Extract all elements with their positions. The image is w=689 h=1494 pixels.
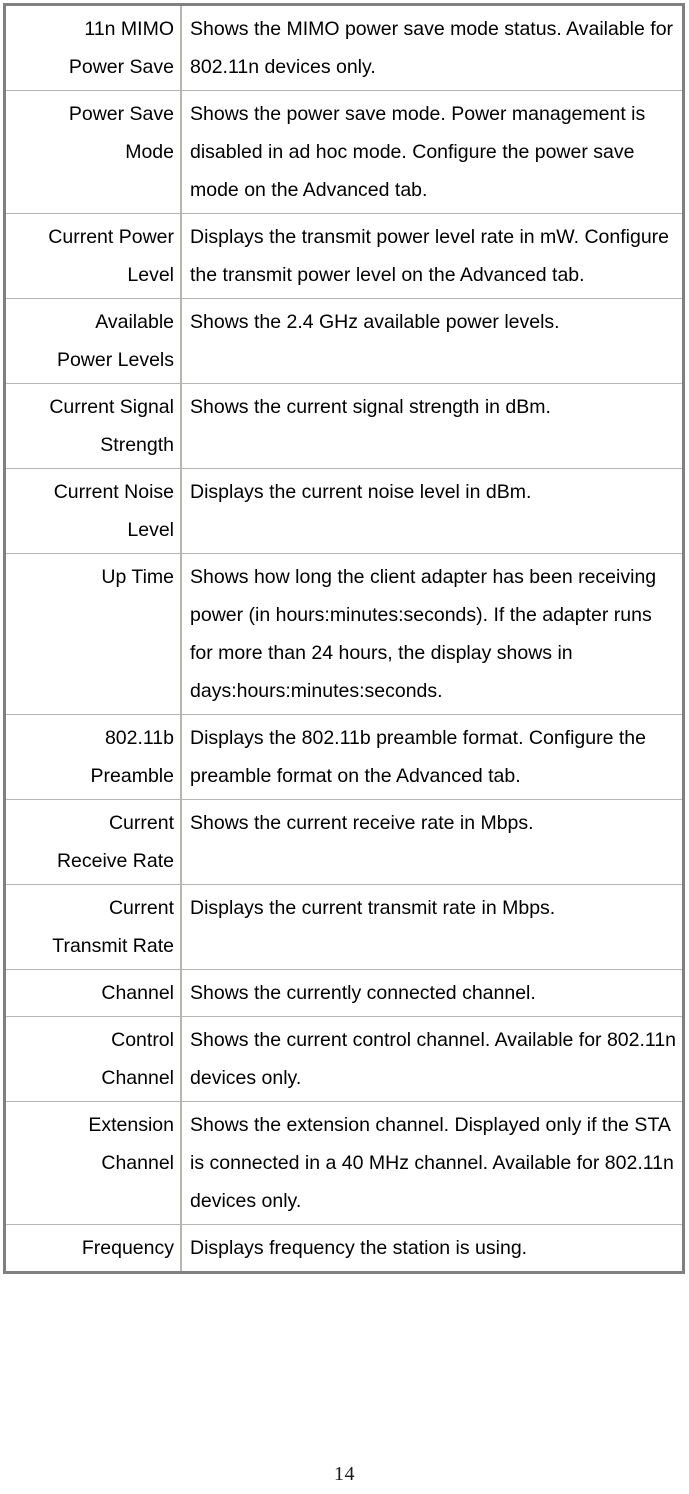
table-row: Control Channel Shows the current contro… xyxy=(6,1017,682,1102)
table-row: Current Transmit Rate Displays the curre… xyxy=(6,885,682,970)
table-row: 11n MIMO Power Save Shows the MIMO power… xyxy=(6,6,682,91)
table-cell-description: Displays frequency the station is using. xyxy=(181,1225,682,1271)
table-cell-description: Shows the extension channel. Displayed o… xyxy=(181,1102,682,1225)
description-text: Displays the current noise level in dBm. xyxy=(190,481,532,503)
table-cell-description: Displays the 802.11b preamble format. Co… xyxy=(181,715,682,800)
table-cell-term: Current Transmit Rate xyxy=(6,885,181,970)
term-line: Current xyxy=(108,897,174,919)
table-cell-term: Control Channel xyxy=(6,1017,181,1102)
term-line: Current Signal xyxy=(49,396,174,418)
table-cell-description: Shows how long the client adapter has be… xyxy=(181,554,682,715)
table-cell-description: Shows the 2.4 GHz available power levels… xyxy=(181,299,682,384)
term-line: Channel xyxy=(101,1152,174,1174)
table-row: 802.11b Preamble Displays the 802.11b pr… xyxy=(6,715,682,800)
term-line: Transmit Rate xyxy=(52,935,174,957)
term-line: 802.11b xyxy=(104,727,174,749)
table-row: Current Noise Level Displays the current… xyxy=(6,469,682,554)
description-text: Shows the extension channel. Displayed o… xyxy=(190,1114,674,1212)
term-line: Power Save xyxy=(68,56,174,78)
table-cell-term: Extension Channel xyxy=(6,1102,181,1225)
table-cell-description: Displays the transmit power level rate i… xyxy=(181,214,682,299)
description-text: Displays the 802.11b preamble format. Co… xyxy=(190,727,646,787)
table-cell-description: Shows the current receive rate in Mbps. xyxy=(181,800,682,885)
table-row: Current Power Level Displays the transmi… xyxy=(6,214,682,299)
description-text: Shows the currently connected channel. xyxy=(190,982,536,1004)
table-cell-term: Frequency xyxy=(6,1225,181,1271)
term-line: Available xyxy=(95,311,174,333)
term-line: Frequency xyxy=(81,1237,174,1259)
term-line: Extension xyxy=(88,1114,174,1136)
term-line: Level xyxy=(127,264,174,286)
table-row: Extension Channel Shows the extension ch… xyxy=(6,1102,682,1225)
term-line: Channel xyxy=(101,982,174,1004)
table-cell-description: Shows the current control channel. Avail… xyxy=(181,1017,682,1102)
table-cell-description: Shows the MIMO power save mode status. A… xyxy=(181,6,682,91)
term-line: Preamble xyxy=(90,765,174,787)
term-line: Power Levels xyxy=(56,349,174,371)
description-text: Shows how long the client adapter has be… xyxy=(190,566,657,702)
table-cell-term: Up Time xyxy=(6,554,181,715)
table-cell-description: Displays the current transmit rate in Mb… xyxy=(181,885,682,970)
table-row: Available Power Levels Shows the 2.4 GHz… xyxy=(6,299,682,384)
term-line: 11n MIMO xyxy=(84,18,174,40)
table-cell-term: Current Noise Level xyxy=(6,469,181,554)
table-row: Power Save Mode Shows the power save mod… xyxy=(6,91,682,214)
page-number: 14 xyxy=(334,1463,355,1485)
table-cell-term: Current Receive Rate xyxy=(6,800,181,885)
description-text: Shows the power save mode. Power managem… xyxy=(190,103,646,201)
table-cell-description: Shows the current signal strength in dBm… xyxy=(181,384,682,469)
status-field-description-table: 11n MIMO Power Save Shows the MIMO power… xyxy=(3,3,685,1274)
description-text: Shows the 2.4 GHz available power levels… xyxy=(190,311,560,333)
document-page: 11n MIMO Power Save Shows the MIMO power… xyxy=(0,0,689,1494)
table-cell-term: 802.11b Preamble xyxy=(6,715,181,800)
table-row: Channel Shows the currently connected ch… xyxy=(6,970,682,1017)
table-row: Current Signal Strength Shows the curren… xyxy=(6,384,682,469)
table-cell-description: Shows the power save mode. Power managem… xyxy=(181,91,682,214)
term-line: Control xyxy=(111,1029,174,1051)
table-cell-description: Displays the current noise level in dBm. xyxy=(181,469,682,554)
term-line: Up Time xyxy=(101,566,174,588)
table-row: Frequency Displays frequency the station… xyxy=(6,1225,682,1271)
description-text: Shows the current signal strength in dBm… xyxy=(190,396,551,418)
term-line: Current Power xyxy=(48,226,174,248)
table-cell-description: Shows the currently connected channel. xyxy=(181,970,682,1017)
description-text: Displays frequency the station is using. xyxy=(190,1237,528,1259)
term-line: Power Save xyxy=(68,103,174,125)
term-line: Mode xyxy=(125,141,174,163)
description-text: Shows the current control channel. Avail… xyxy=(190,1029,677,1089)
description-text: Displays the current transmit rate in Mb… xyxy=(190,897,556,919)
table-row: Up Time Shows how long the client adapte… xyxy=(6,554,682,715)
description-text: Displays the transmit power level rate i… xyxy=(190,226,670,286)
table-cell-term: Current Signal Strength xyxy=(6,384,181,469)
table-cell-term: 11n MIMO Power Save xyxy=(6,6,181,91)
table-cell-term: Current Power Level xyxy=(6,214,181,299)
description-text: Shows the current receive rate in Mbps. xyxy=(190,812,534,834)
term-line: Current xyxy=(108,812,174,834)
term-line: Current Noise xyxy=(53,481,174,503)
table-body: 11n MIMO Power Save Shows the MIMO power… xyxy=(6,6,682,1271)
table-cell-term: Channel xyxy=(6,970,181,1017)
term-line: Channel xyxy=(101,1067,174,1089)
table-row: Current Receive Rate Shows the current r… xyxy=(6,800,682,885)
description-text: Shows the MIMO power save mode status. A… xyxy=(190,18,674,78)
term-line: Strength xyxy=(100,434,174,456)
table-cell-term: Available Power Levels xyxy=(6,299,181,384)
table-cell-term: Power Save Mode xyxy=(6,91,181,214)
term-line: Receive Rate xyxy=(56,850,174,872)
term-line: Level xyxy=(127,519,174,541)
